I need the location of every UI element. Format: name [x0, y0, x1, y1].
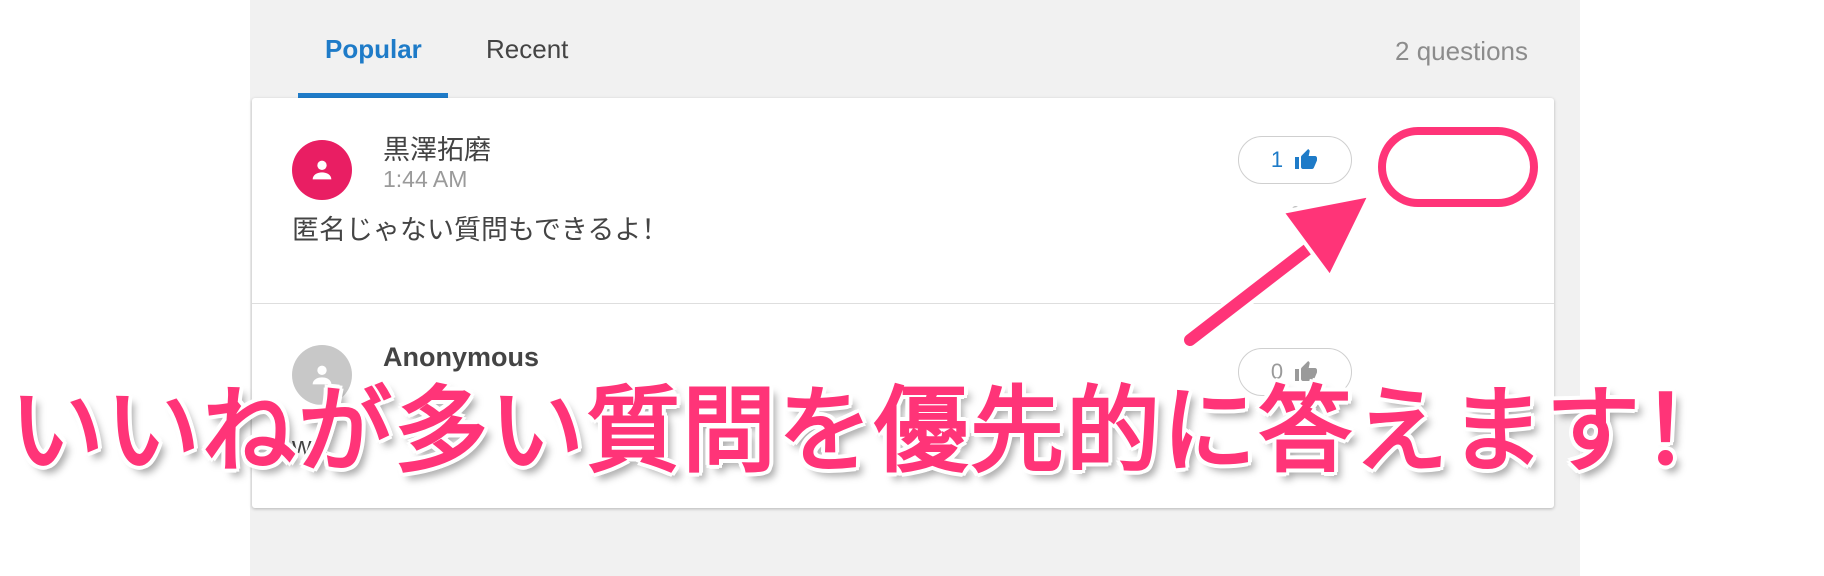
like-highlight-ring — [1378, 127, 1538, 207]
annotation-caption: いいねが多い質問を優先的に答えます！ — [10, 377, 1739, 486]
